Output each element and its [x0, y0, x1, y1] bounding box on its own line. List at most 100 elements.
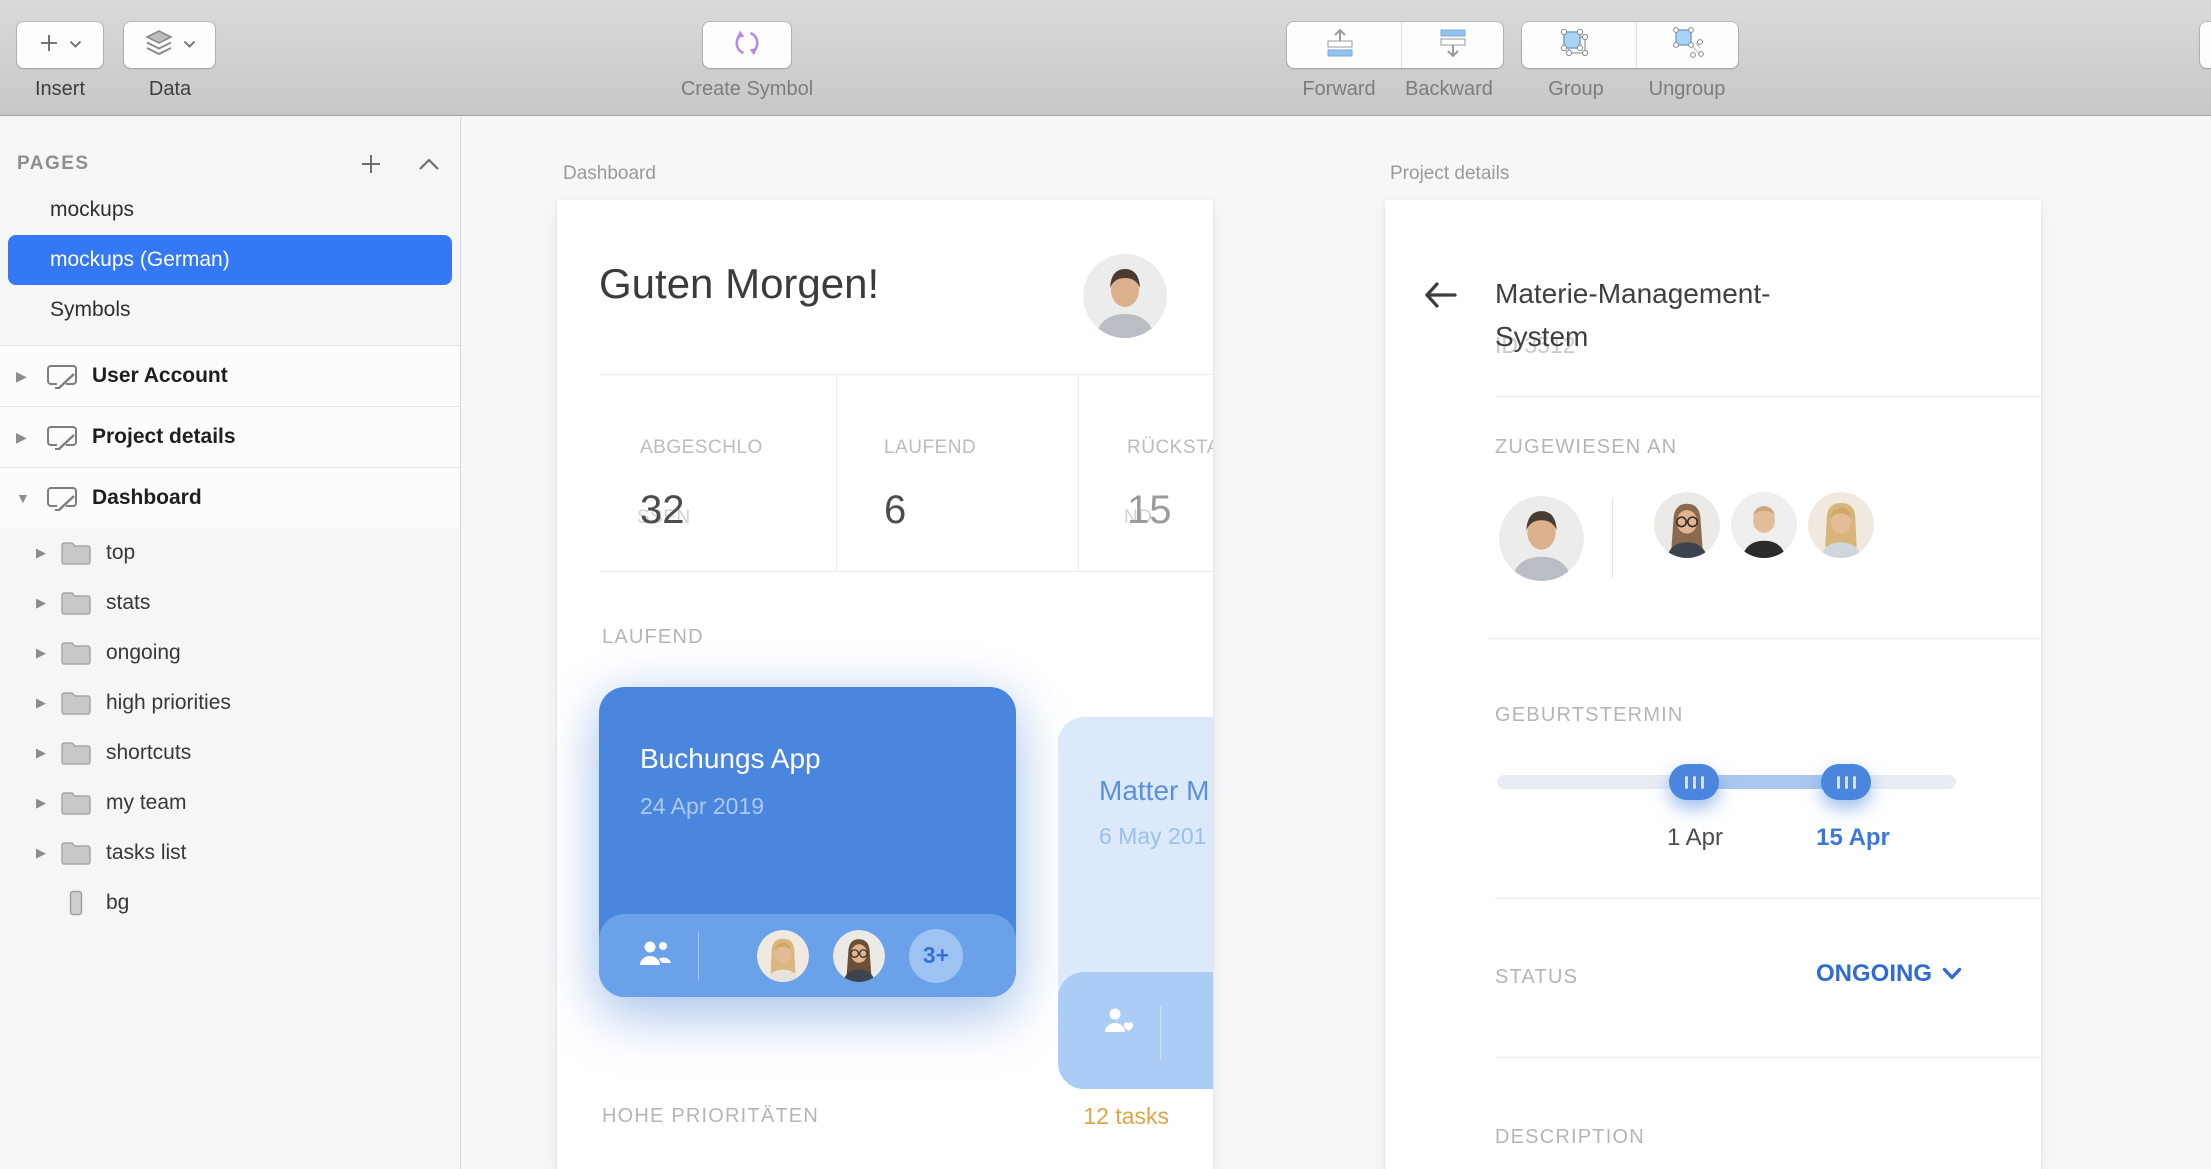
status-value-text: ONGOING	[1816, 960, 1932, 988]
page-item-mockups[interactable]: mockups	[0, 185, 460, 235]
chevron-down-icon	[1942, 960, 1962, 988]
insert-button[interactable]	[17, 22, 103, 68]
disclosure-triangle-icon[interactable]: ▶	[16, 429, 44, 446]
disclosure-triangle-icon[interactable]: ▶	[36, 695, 60, 711]
disclosure-triangle-icon[interactable]: ▶	[16, 368, 44, 385]
layer-group-shortcuts[interactable]: ▶ shortcuts	[0, 728, 460, 778]
slider-handle-end[interactable]	[1821, 764, 1871, 800]
plus-icon	[38, 32, 60, 59]
project-card-buchungs-app[interactable]: Buchungs App 24 Apr 2019	[599, 687, 1016, 997]
folder-icon	[60, 740, 92, 766]
member-avatar[interactable]	[1654, 492, 1720, 558]
section-label-priorities: HOHE PRIORITÄTEN	[602, 1105, 819, 1128]
create-symbol-button[interactable]	[703, 22, 791, 68]
member-avatar[interactable]	[1731, 492, 1797, 558]
artboard-name: Project details	[92, 425, 236, 449]
artboard-name: User Account	[92, 364, 228, 388]
back-arrow-icon[interactable]	[1423, 280, 1459, 310]
member-avatar[interactable]	[833, 930, 885, 982]
page-item-label: mockups	[50, 198, 134, 222]
card-date: 24 Apr 2019	[640, 793, 764, 820]
backward-button[interactable]	[1401, 22, 1503, 68]
stat-value: 6	[884, 488, 906, 533]
disclosure-triangle-icon[interactable]: ▶	[36, 645, 60, 661]
card-date: 6 May 201	[1099, 823, 1206, 850]
layer-group-high-priorities[interactable]: ▶ high priorities	[0, 678, 460, 728]
disclosure-triangle-icon[interactable]: ▶	[36, 845, 60, 861]
member-avatar[interactable]	[757, 930, 809, 982]
pages-header: PAGES	[0, 117, 460, 185]
priorities-tasks-count[interactable]: 12 tasks	[1083, 1103, 1169, 1130]
layer-artboard-project-details[interactable]: ▶ Project details	[0, 406, 460, 467]
insert-label: Insert	[35, 78, 85, 101]
artboard-icon	[44, 361, 80, 391]
add-page-button[interactable]	[357, 150, 385, 178]
artboard-project-details[interactable]: ID 3512 Materie-Management- System ZUGEW…	[1385, 200, 2041, 1169]
toolbar-button-partial[interactable]	[2200, 22, 2211, 68]
layer-artboard-dashboard[interactable]: ▼ Dashboard	[0, 467, 460, 528]
artboard-icon	[44, 422, 80, 452]
layer-group-stats[interactable]: ▶ stats	[0, 578, 460, 628]
layer-name: top	[106, 541, 135, 565]
stat-label: RÜCKSTA	[1127, 437, 1213, 459]
project-card-matter[interactable]: Matter M 6 May 201	[1058, 717, 1213, 1027]
user-avatar[interactable]	[1083, 254, 1167, 338]
folder-icon	[60, 790, 92, 816]
stat-label: ABGESCHLO	[640, 437, 763, 459]
member-avatar[interactable]	[1808, 492, 1874, 558]
date-start-label: 1 Apr	[1645, 824, 1745, 852]
layer-name: ongoing	[106, 641, 181, 665]
layer-name: high priorities	[106, 691, 231, 715]
layer-group-ongoing[interactable]: ▶ ongoing	[0, 628, 460, 678]
layer-group-top[interactable]: ▶ top	[0, 528, 460, 578]
more-members-badge[interactable]: 3+	[909, 929, 963, 983]
stat-label: LAUFEND	[884, 437, 976, 459]
create-symbol-icon	[730, 26, 764, 65]
layer-group-my-team[interactable]: ▶ my team	[0, 778, 460, 828]
card-footer: 3+	[599, 914, 1016, 997]
card-footer	[1058, 972, 1213, 1089]
page-item-label: mockups (German)	[50, 248, 230, 272]
group-label: Group	[1548, 78, 1604, 101]
toolbar: Insert Data Create Symbol	[0, 0, 2211, 116]
artboard-icon	[44, 483, 80, 513]
forward-button[interactable]	[1287, 22, 1392, 68]
data-label: Data	[149, 78, 191, 101]
slider-handle-start[interactable]	[1669, 764, 1719, 800]
artboard-title-dashboard[interactable]: Dashboard	[563, 163, 656, 185]
rectangle-layer-icon	[60, 890, 92, 916]
move-forward-icon	[1319, 27, 1361, 64]
layer-name: bg	[106, 891, 129, 915]
layer-artboard-user-account[interactable]: ▶ User Account	[0, 345, 460, 406]
folder-icon	[60, 640, 92, 666]
layer-group-tasks-list[interactable]: ▶ tasks list	[0, 828, 460, 878]
artboard-name: Dashboard	[92, 486, 202, 510]
disclosure-triangle-icon[interactable]: ▶	[36, 795, 60, 811]
ungroup-label: Ungroup	[1649, 78, 1726, 101]
ungroup-button[interactable]	[1636, 22, 1738, 68]
collapse-pages-icon[interactable]	[415, 150, 443, 178]
layer-name: shortcuts	[106, 741, 191, 765]
artboard-title-project-details[interactable]: Project details	[1390, 163, 1509, 185]
forward-label: Forward	[1302, 78, 1375, 101]
disclosure-triangle-icon[interactable]: ▶	[36, 595, 60, 611]
disclosure-triangle-icon[interactable]: ▶	[36, 745, 60, 761]
page-item-mockups-german[interactable]: mockups (German)	[8, 235, 452, 285]
disclosure-triangle-icon[interactable]: ▼	[16, 490, 44, 506]
page-item-symbols[interactable]: Symbols	[0, 285, 460, 335]
section-label-ongoing: LAUFEND	[602, 626, 704, 649]
owner-avatar[interactable]	[1499, 496, 1584, 581]
folder-icon	[60, 540, 92, 566]
data-button[interactable]	[124, 22, 215, 68]
disclosure-triangle-icon[interactable]: ▶	[36, 545, 60, 561]
card-title: Matter M	[1099, 775, 1209, 807]
ungroup-icon	[1669, 24, 1707, 67]
greeting-text: Guten Morgen!	[599, 260, 879, 308]
date-range-slider[interactable]	[1497, 775, 1956, 789]
canvas[interactable]: Dashboard Guten Morgen! ABGESCHLO SSEN 3…	[462, 117, 2211, 1169]
group-button[interactable]	[1522, 22, 1627, 68]
layer-shape-bg[interactable]: bg	[0, 878, 460, 928]
date-end-label: 15 Apr	[1795, 824, 1911, 852]
status-dropdown[interactable]: ONGOING	[1816, 960, 1962, 988]
artboard-dashboard[interactable]: Guten Morgen! ABGESCHLO SSEN 32 LAUFEND …	[557, 200, 1213, 1169]
